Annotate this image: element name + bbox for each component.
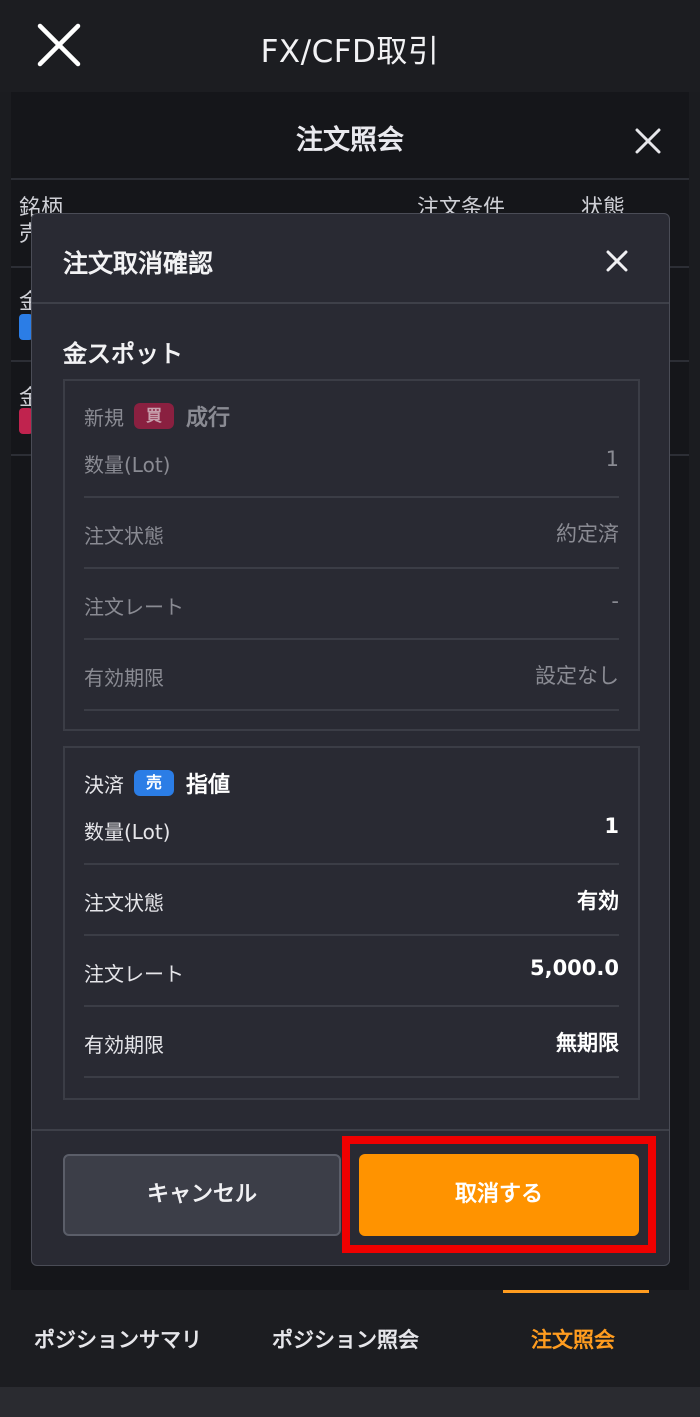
divider: [32, 1129, 669, 1131]
tab-position-inquiry[interactable]: ポジション照会: [272, 1324, 419, 1354]
expiry-row: 有効期限 無期限: [84, 1007, 619, 1078]
tab-order-inquiry[interactable]: 注文照会: [531, 1324, 615, 1354]
row-label: 数量(Lot): [84, 820, 171, 844]
order-status-row: 注文状態 約定済: [84, 498, 619, 569]
sheet-header: 注文照会: [11, 92, 689, 180]
row-value: -: [611, 589, 619, 613]
tab-position-summary[interactable]: ポジションサマリ: [34, 1324, 202, 1354]
active-tab-indicator: [503, 1290, 649, 1293]
row-label: 有効期限: [84, 666, 164, 690]
row-value: 1: [604, 814, 619, 838]
bottom-tab-bar: ポジションサマリ ポジション照会 注文照会: [0, 1290, 700, 1387]
quantity-row: 数量(Lot) 1: [84, 427, 619, 498]
row-label: 注文レート: [84, 962, 184, 986]
row-value: 約定済: [556, 522, 619, 546]
row-value: 1: [605, 447, 619, 471]
row-label: 数量(Lot): [84, 453, 171, 477]
close-icon[interactable]: [635, 128, 661, 154]
row-label: 有効期限: [84, 1033, 164, 1057]
cancel-button[interactable]: キャンセル: [63, 1154, 341, 1236]
symbol-name: 金スポット: [63, 340, 183, 368]
dialog-header: 注文取消確認: [32, 214, 669, 304]
sell-badge: 売: [134, 770, 174, 796]
row-value: 無期限: [556, 1031, 619, 1055]
row-label: 注文レート: [84, 595, 184, 619]
dialog-title: 注文取消確認: [63, 249, 214, 278]
app-title: FX/CFD取引: [260, 34, 440, 70]
close-icon[interactable]: [606, 250, 628, 272]
expiry-row: 有効期限 設定なし: [84, 640, 619, 711]
row-value: 設定なし: [535, 664, 619, 688]
row-label: 注文状態: [84, 524, 164, 548]
order-rate-row: 注文レート 5,000.0: [84, 936, 619, 1007]
quantity-row: 数量(Lot) 1: [84, 794, 619, 865]
row-value: 5,000.0: [529, 956, 619, 980]
highlight-annotation: [342, 1136, 656, 1253]
cancel-order-dialog: 注文取消確認 金スポット 新規 買 成行 数量(Lot) 1 注文状態 約定済 …: [31, 213, 670, 1266]
row-value: 有効: [577, 889, 619, 913]
order-status-row: 注文状態 有効: [84, 865, 619, 936]
app-header: FX/CFD取引: [0, 0, 700, 92]
new-order-box: 新規 買 成行 数量(Lot) 1 注文状態 約定済 注文レート - 有効期限 …: [63, 379, 640, 731]
settlement-order-box: 決済 売 指値 数量(Lot) 1 注文状態 有効 注文レート 5,000.0 …: [63, 746, 640, 1100]
order-rate-row: 注文レート -: [84, 569, 619, 640]
buy-badge: 買: [134, 403, 174, 429]
home-indicator-bar: [0, 1387, 700, 1417]
row-label: 注文状態: [84, 891, 164, 915]
sheet-title: 注文照会: [296, 125, 404, 156]
